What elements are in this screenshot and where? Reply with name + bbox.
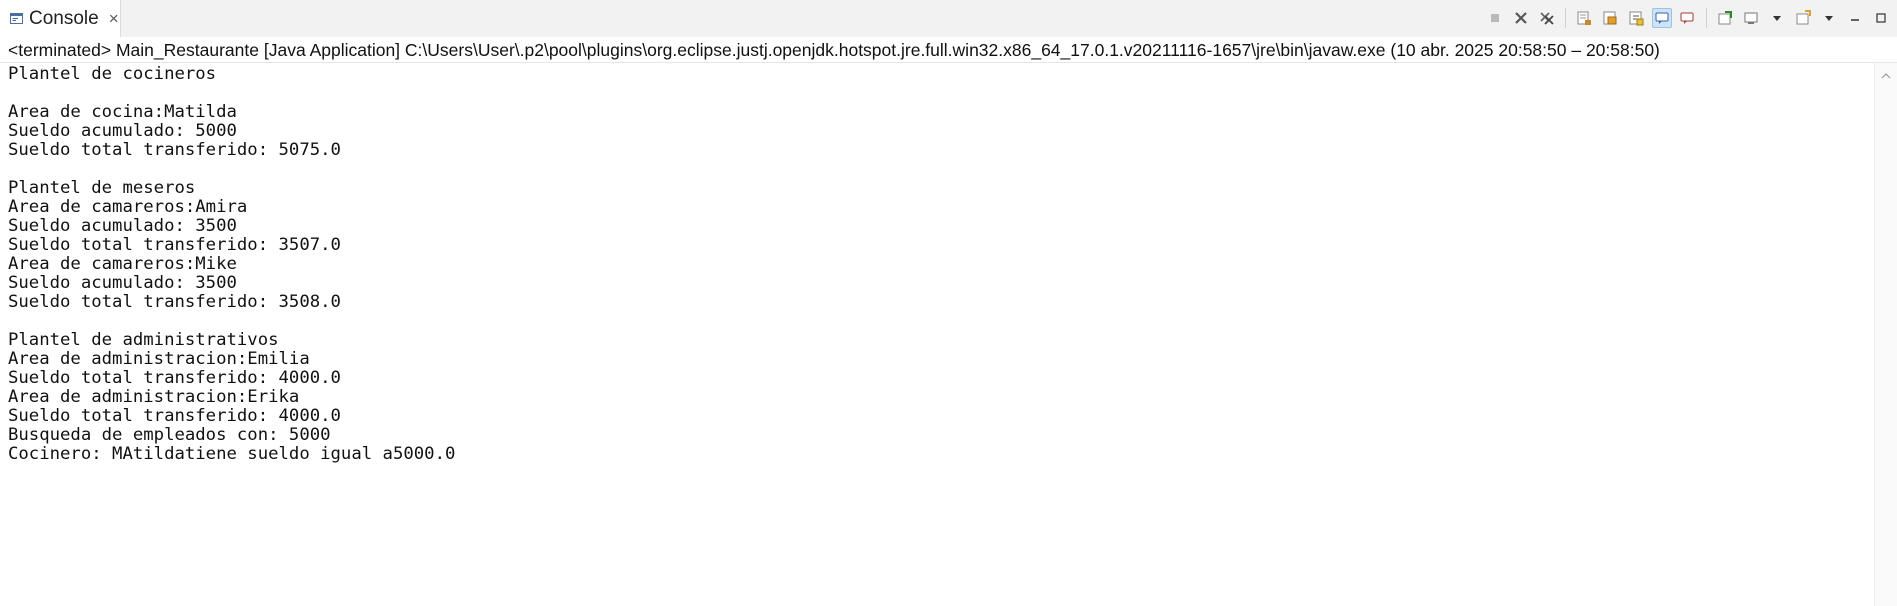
tab-label: Console <box>29 7 99 29</box>
chevron-down-icon[interactable] <box>1767 8 1787 28</box>
open-console-icon[interactable] <box>1793 8 1813 28</box>
console-tab-bar: Console × <box>0 0 1897 38</box>
process-status-line: <terminated> Main_Restaurante [Java Appl… <box>0 37 1897 63</box>
scroll-up-icon[interactable] <box>1875 67 1897 85</box>
tab-console[interactable]: Console × <box>0 0 121 37</box>
toolbar-separator <box>1706 8 1707 28</box>
minimize-icon[interactable] <box>1845 8 1865 28</box>
show-on-stdout-icon[interactable] <box>1652 8 1672 28</box>
close-icon[interactable]: × <box>109 9 119 29</box>
console-line: Sueldo total transferido: 3508.0 <box>8 292 341 312</box>
scroll-lock-icon[interactable] <box>1600 8 1620 28</box>
word-wrap-icon[interactable] <box>1626 8 1646 28</box>
show-on-stderr-icon[interactable] <box>1678 8 1698 28</box>
maximize-icon[interactable] <box>1871 8 1891 28</box>
toolbar-separator <box>1565 8 1566 28</box>
console-line: Plantel de cocineros <box>8 64 217 84</box>
console-icon <box>10 12 23 25</box>
console-line: Cocinero: MAtildatiene sueldo igual a500… <box>8 444 456 464</box>
clear-console-icon[interactable] <box>1574 8 1594 28</box>
chevron-down-icon[interactable] <box>1819 8 1839 28</box>
vertical-scrollbar[interactable] <box>1874 63 1897 606</box>
display-selected-console-icon[interactable] <box>1741 8 1761 28</box>
console-output[interactable]: Plantel de cocineros Area de cocina:Matil… <box>0 63 1875 606</box>
terminate-icon[interactable] <box>1485 8 1505 28</box>
console-line: Sueldo total transferido: 5075.0 <box>8 140 341 160</box>
remove-launch-icon[interactable] <box>1511 8 1531 28</box>
console-toolbar <box>1485 6 1891 30</box>
remove-all-terminated-icon[interactable] <box>1537 8 1557 28</box>
pin-console-icon[interactable] <box>1715 8 1735 28</box>
